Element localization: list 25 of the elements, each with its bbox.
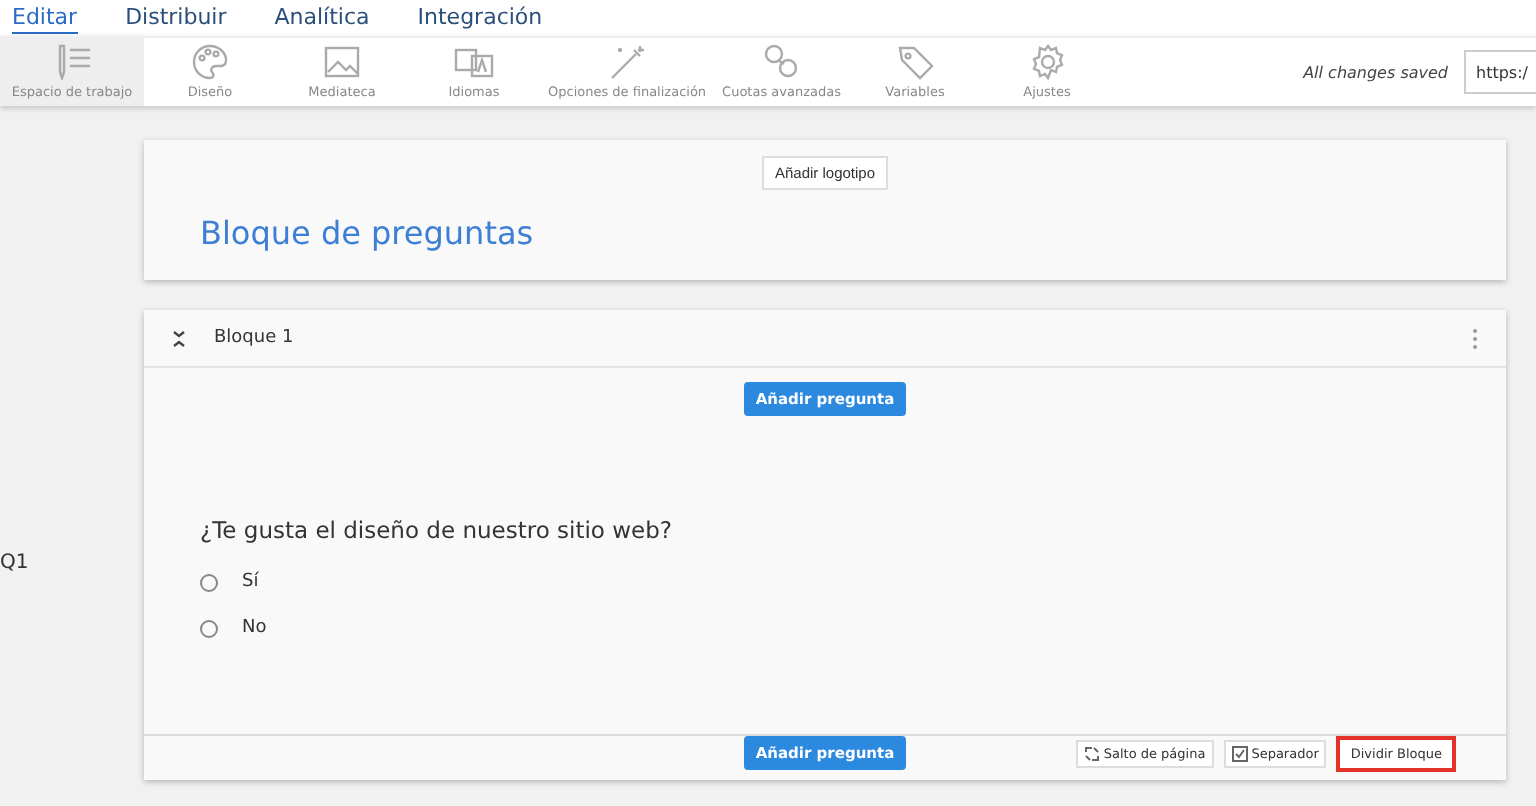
palette-icon <box>190 44 230 80</box>
block-title: Bloque 1 <box>214 328 296 348</box>
survey-title: Bloque de preguntas <box>200 214 534 252</box>
collapse-icon[interactable] <box>172 329 186 347</box>
url-field[interactable]: https:/ <box>1464 50 1536 94</box>
wand-icon <box>607 44 648 80</box>
translate-icon <box>454 44 494 80</box>
answer-option[interactable]: Sí <box>200 572 1506 592</box>
radio-button[interactable] <box>200 573 218 591</box>
tag-icon <box>895 44 935 80</box>
question-text: ¿Te gusta el diseño de nuestro sitio web? <box>200 516 674 544</box>
menu-tab[interactable]: Editar <box>12 3 78 33</box>
menu-tab[interactable]: Distribuir <box>125 4 227 32</box>
settings-icon <box>1027 44 1067 80</box>
checkbox-icon <box>1231 746 1248 762</box>
answer-option[interactable]: No <box>200 618 1506 638</box>
menu-tab[interactable]: Analítica <box>274 4 370 32</box>
radio-button[interactable] <box>200 619 218 637</box>
question-number: Q1 <box>0 550 31 578</box>
image-icon <box>322 44 362 80</box>
page-break-icon <box>1083 746 1100 762</box>
save-status: All changes saved <box>1303 63 1448 81</box>
menu-tab[interactable]: Integración <box>417 4 543 32</box>
chain-icon <box>761 44 802 80</box>
more-icon[interactable] <box>1472 327 1478 349</box>
